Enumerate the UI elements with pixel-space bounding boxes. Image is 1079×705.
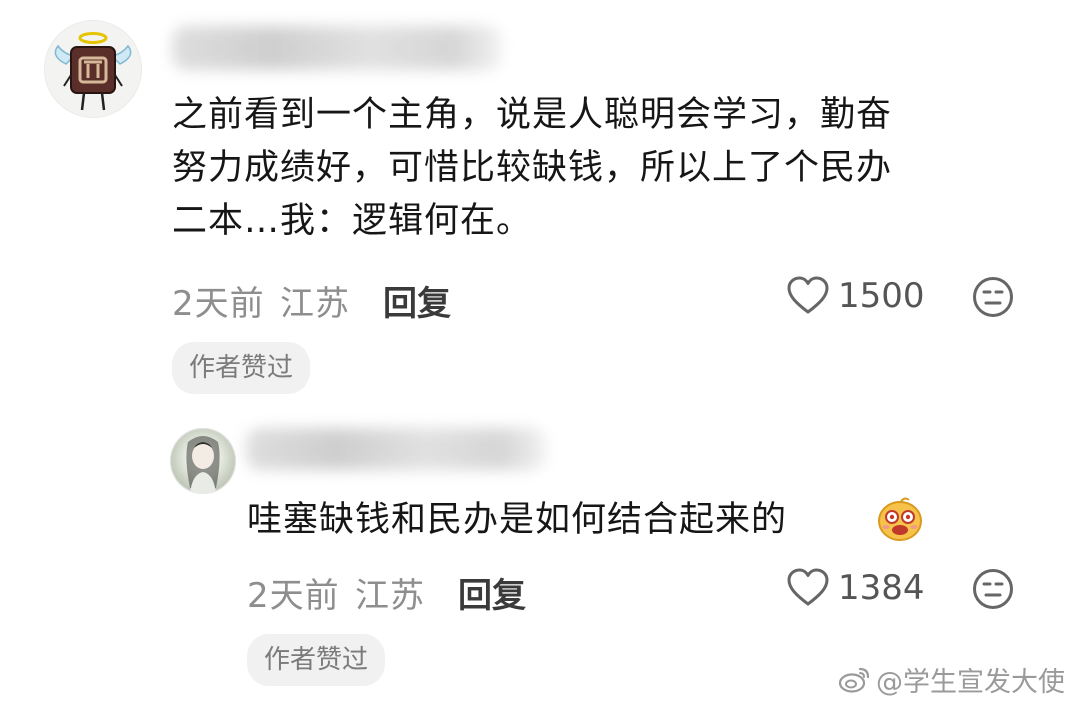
avatar-photo [186, 436, 220, 494]
meh-face-icon[interactable] [972, 276, 1014, 322]
comment-text-line: 努力成绩好，可惜比较缺钱，所以上了个民办 [172, 148, 893, 188]
angel-avatar-icon [54, 32, 132, 111]
comment-time: 2天前 [247, 576, 340, 616]
comment-text: 哇塞缺钱和民办是如何结合起来的 [247, 494, 787, 547]
weibo-logo-icon [838, 667, 870, 693]
reply-button[interactable]: 回复 [458, 568, 526, 617]
avatar[interactable] [170, 428, 236, 494]
username-blurred[interactable] [172, 26, 502, 70]
author-liked-badge: 作者赞过 [247, 634, 386, 686]
heart-outline-icon[interactable] [786, 276, 830, 320]
comment-location: 江苏 [280, 284, 350, 324]
like-count: 1500 [838, 276, 925, 316]
meh-face-icon[interactable] [972, 568, 1014, 614]
author-liked-badge: 作者赞过 [172, 342, 311, 394]
username-blurred[interactable] [246, 428, 546, 470]
comment-location: 江苏 [355, 576, 425, 616]
comment-text: 之前看到一个主角，说是人聪明会学习，勤奋 努力成绩好，可惜比较缺钱，所以上了个民… [172, 89, 892, 248]
comment-text-line: 之前看到一个主角，说是人聪明会学习，勤奋 [172, 95, 893, 135]
comment-text-body: 哇塞缺钱和民办是如何结合起来的 [247, 500, 788, 540]
like-count: 1384 [838, 568, 925, 608]
watermark-text: @学生宣发大使 [876, 667, 1065, 698]
comment-text-line: 二本…我：逻辑何在。 [172, 201, 533, 241]
heart-outline-icon[interactable] [786, 568, 830, 612]
avatar[interactable] [44, 20, 142, 118]
reply-button[interactable]: 回复 [383, 276, 451, 325]
comment-time: 2天前 [172, 284, 265, 324]
drooling-doge-icon [876, 496, 924, 546]
